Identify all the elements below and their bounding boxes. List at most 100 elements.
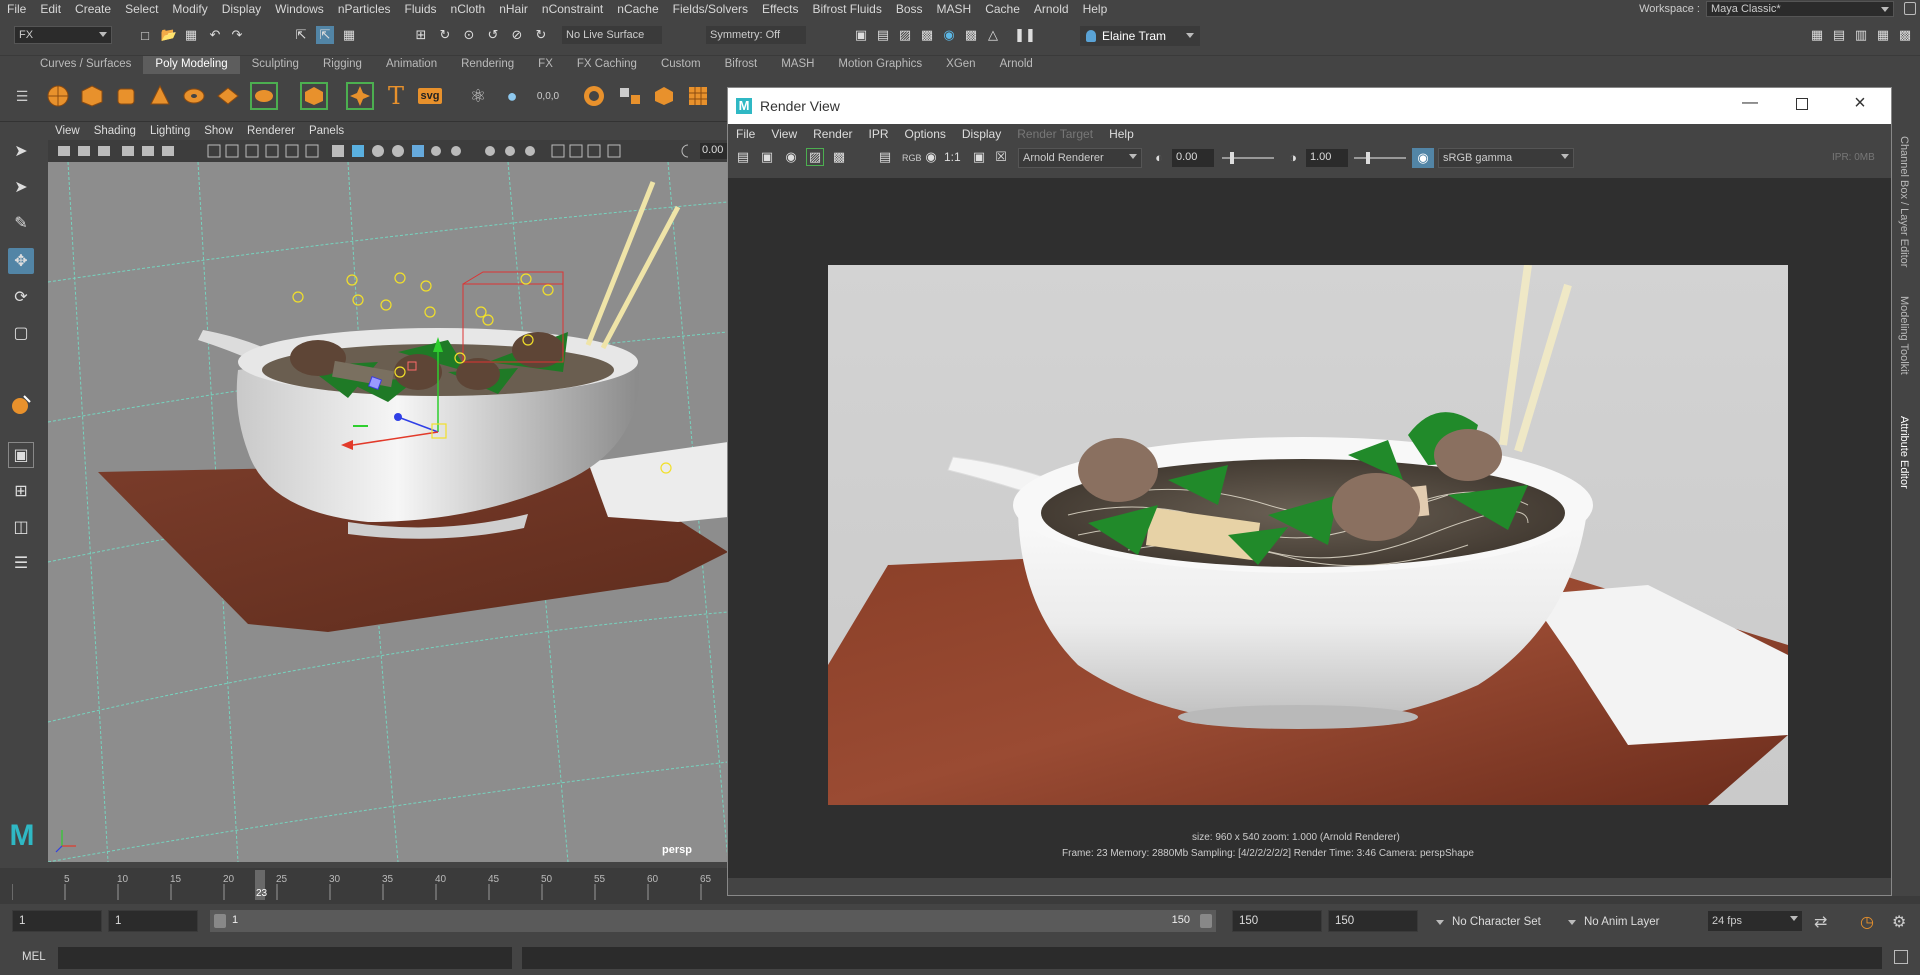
playback-start-field[interactable]: 1 (108, 910, 198, 932)
fps-dropdown[interactable]: 24 fps (1708, 911, 1802, 931)
snap-curve-icon[interactable]: ↻ (436, 26, 454, 44)
menu-windows[interactable]: Windows (268, 2, 331, 16)
bevel-icon[interactable] (346, 82, 374, 110)
channel-box-toggle-icon[interactable]: ▦ (1874, 26, 1892, 44)
vp-menu-panels[interactable]: Panels (302, 125, 351, 137)
smooth-icon[interactable] (650, 82, 678, 110)
workspace-dropdown[interactable]: Maya Classic* (1706, 0, 1894, 17)
minimize-icon[interactable]: — (1738, 94, 1762, 114)
rv-menu-ipr[interactable]: IPR (861, 127, 897, 141)
live-surface-field[interactable]: No Live Surface (562, 26, 662, 44)
menu-cache[interactable]: Cache (978, 2, 1027, 16)
menu-fields-solvers[interactable]: Fields/Solvers (666, 2, 755, 16)
render-view-canvas[interactable]: size: 960 x 540 zoom: 1.000 (Arnold Rend… (728, 178, 1891, 878)
range-slider-start-handle[interactable] (214, 914, 226, 928)
menu-arnold[interactable]: Arnold (1027, 2, 1076, 16)
render-frame-icon[interactable]: ▣ (852, 26, 870, 44)
new-scene-icon[interactable]: □ (136, 26, 154, 44)
end-time-field[interactable]: 150 (1328, 910, 1418, 932)
rv-menu-display[interactable]: Display (954, 127, 1009, 141)
color-management-icon[interactable]: ◉ (1412, 148, 1434, 168)
lock-icon[interactable] (1904, 2, 1916, 15)
outliner-layout-icon[interactable]: ☰ (8, 550, 34, 576)
snap-together-icon[interactable]: ● (498, 82, 526, 110)
select-tool-icon[interactable]: ➤ (8, 138, 34, 164)
select-component-icon[interactable]: ▦ (340, 26, 358, 44)
gamma-slider[interactable] (1354, 152, 1406, 164)
snap-surface-icon[interactable]: ⊘ (508, 26, 526, 44)
tool-settings-toggle-icon[interactable]: ▥ (1852, 26, 1870, 44)
booleans-icon[interactable] (580, 82, 608, 110)
snap-view-icon[interactable]: ↺ (484, 26, 502, 44)
two-pane-layout-icon[interactable]: ◫ (8, 514, 34, 540)
render-view-titlebar[interactable]: M Render View — × (728, 88, 1891, 124)
shelf-tab-custom[interactable]: Custom (649, 56, 713, 74)
vp-menu-shading[interactable]: Shading (87, 125, 143, 137)
gamma-icon[interactable]: ◑ (1284, 148, 1302, 166)
menu-nhair[interactable]: nHair (492, 2, 535, 16)
hypershade-icon[interactable]: ◉ (940, 26, 958, 44)
playback-end-field[interactable]: 150 (1232, 910, 1322, 932)
poly-cube-icon[interactable] (78, 82, 106, 110)
modeling-toolkit-toggle-icon[interactable]: ▩ (1896, 26, 1914, 44)
menu-file[interactable]: File (0, 2, 33, 16)
ipr-render-icon[interactable]: ▨ (896, 26, 914, 44)
open-scene-icon[interactable]: 📂 (160, 26, 178, 44)
menu-fluids[interactable]: Fluids (398, 2, 444, 16)
alpha-channel-icon[interactable]: ◉ (922, 148, 940, 166)
poly-cylinder-icon[interactable] (112, 82, 140, 110)
shelf-tab-xgen[interactable]: XGen (934, 56, 987, 74)
rv-menu-options[interactable]: Options (897, 127, 954, 141)
mirror-icon[interactable] (616, 82, 644, 110)
shelf-options-icon[interactable]: ☰ (14, 82, 30, 110)
rv-menu-view[interactable]: View (763, 127, 805, 141)
menu-nconstraint[interactable]: nConstraint (535, 2, 610, 16)
colorspace-dropdown[interactable]: sRGB gamma (1438, 148, 1574, 168)
redo-render-icon[interactable]: ▤ (734, 148, 752, 166)
rendered-image[interactable] (828, 265, 1788, 805)
menu-edit[interactable]: Edit (33, 2, 68, 16)
loop-icon[interactable]: ⇄ (1814, 912, 1827, 932)
shelf-tab-sculpting[interactable]: Sculpting (240, 56, 311, 74)
select-object-icon[interactable]: ⇱ (316, 26, 334, 44)
ipr-icon[interactable]: ▨ (806, 148, 824, 166)
menu-help[interactable]: Help (1076, 2, 1115, 16)
user-account[interactable]: Elaine Tram (1080, 26, 1200, 46)
shelf-tab-rigging[interactable]: Rigging (311, 56, 374, 74)
shelf-tab-poly-modeling[interactable]: Poly Modeling (143, 56, 240, 74)
tab-channel-box[interactable]: Channel Box / Layer Editor (1898, 136, 1910, 267)
tab-attribute-editor[interactable]: Attribute Editor (1898, 416, 1910, 489)
range-slider[interactable]: 1 150 (210, 910, 1216, 932)
extrude-icon[interactable] (300, 82, 328, 110)
command-input[interactable] (58, 947, 512, 969)
four-pane-layout-icon[interactable]: ⊞ (8, 478, 34, 504)
shelf-tab-animation[interactable]: Animation (374, 56, 449, 74)
ipr-refresh-icon[interactable]: ▩ (830, 148, 848, 166)
single-pane-layout-icon[interactable]: ▣ (8, 442, 34, 468)
paint-select-icon[interactable]: ✎ (8, 210, 34, 236)
render-current-icon[interactable]: ▤ (874, 26, 892, 44)
shelf-tab-curves-surfaces[interactable]: Curves / Surfaces (28, 56, 143, 74)
undo-icon[interactable]: ↶ (206, 26, 224, 44)
poly-sphere-icon[interactable] (44, 82, 72, 110)
snap-vertex-icon[interactable]: ↻ (532, 26, 550, 44)
start-time-field[interactable]: 1 (12, 910, 102, 932)
pause-icon[interactable]: ❚❚ (1014, 26, 1036, 44)
tab-modeling-toolkit[interactable]: Modeling Toolkit (1898, 296, 1910, 375)
menuset-dropdown[interactable]: FX (14, 26, 112, 44)
renderer-dropdown[interactable]: Arnold Renderer (1018, 148, 1142, 168)
menu-select[interactable]: Select (118, 2, 165, 16)
type-tool-icon[interactable]: T (382, 82, 410, 110)
remove-image-icon[interactable]: ☒ (992, 148, 1010, 166)
shelf-tab-motion-graphics[interactable]: Motion Graphics (826, 56, 934, 74)
shelf-tab-bifrost[interactable]: Bifrost (713, 56, 770, 74)
menu-display[interactable]: Display (215, 2, 268, 16)
poly-plane-icon[interactable] (214, 82, 242, 110)
script-editor-icon[interactable] (1894, 950, 1908, 964)
maximize-icon[interactable] (1796, 98, 1808, 110)
rgb-channel-button[interactable]: RGB (902, 153, 922, 163)
shelf-tab-fx[interactable]: FX (526, 56, 565, 74)
keep-image-icon[interactable]: ▣ (970, 148, 988, 166)
menu-bifrost-fluids[interactable]: Bifrost Fluids (805, 2, 888, 16)
sidebar-toggle-icon[interactable]: ▦ (1808, 26, 1826, 44)
